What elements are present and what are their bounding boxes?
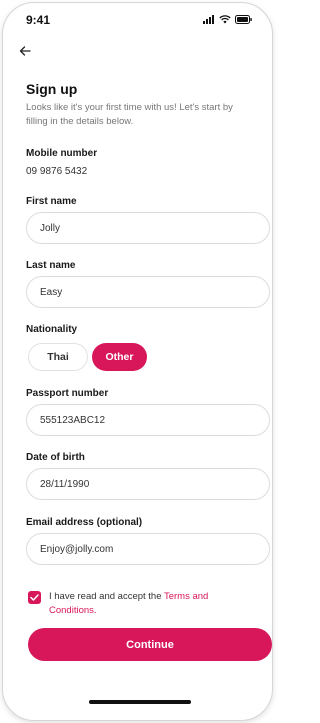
date-of-birth-value: 28/11/1990 — [40, 478, 90, 490]
check-icon — [30, 594, 39, 601]
first-name-field[interactable]: Jolly — [26, 212, 270, 244]
email-field[interactable]: Enjoy@jolly.com — [26, 533, 270, 565]
last-name-field[interactable]: Easy — [26, 276, 270, 308]
page-title: Sign up — [26, 81, 78, 97]
back-button[interactable] — [19, 41, 43, 61]
status-icons — [203, 15, 252, 24]
terms-checkbox[interactable] — [28, 591, 41, 604]
passport-number-label: Passport number — [26, 388, 109, 399]
email-label: Email address (optional) — [26, 517, 143, 528]
phone-frame: 9:41 Sign up Looks like it's your first … — [2, 2, 273, 721]
continue-button[interactable]: Continue — [28, 628, 272, 661]
home-indicator — [89, 700, 191, 704]
nationality-label: Nationality — [26, 324, 78, 335]
status-bar: 9:41 — [3, 3, 272, 43]
passport-number-value: 555123ABC12 — [40, 414, 106, 426]
mobile-number-value: 09 9876 5432 — [26, 166, 88, 177]
battery-icon — [235, 15, 252, 24]
first-name-value: Jolly — [40, 222, 61, 234]
nationality-option-thai[interactable]: Thai — [28, 343, 88, 371]
passport-number-field[interactable]: 555123ABC12 — [26, 404, 270, 436]
date-of-birth-field[interactable]: 28/11/1990 — [26, 468, 270, 500]
arrow-left-icon — [19, 46, 31, 56]
last-name-label: Last name — [26, 260, 76, 271]
page-subtitle: Looks like it's your first time with us!… — [26, 102, 233, 127]
first-name-label: First name — [26, 196, 77, 207]
email-value: Enjoy@jolly.com — [40, 543, 114, 555]
status-time: 9:41 — [26, 13, 51, 27]
mobile-number-label: Mobile number — [26, 148, 98, 159]
terms-text: I have read and accept the Terms and Con… — [49, 590, 249, 618]
wifi-icon — [219, 15, 231, 24]
terms-prefix: I have read and accept the — [49, 591, 164, 602]
signal-icon — [203, 15, 214, 24]
last-name-value: Easy — [40, 286, 63, 298]
date-of-birth-label: Date of birth — [26, 452, 85, 463]
nationality-option-other[interactable]: Other — [92, 343, 147, 371]
